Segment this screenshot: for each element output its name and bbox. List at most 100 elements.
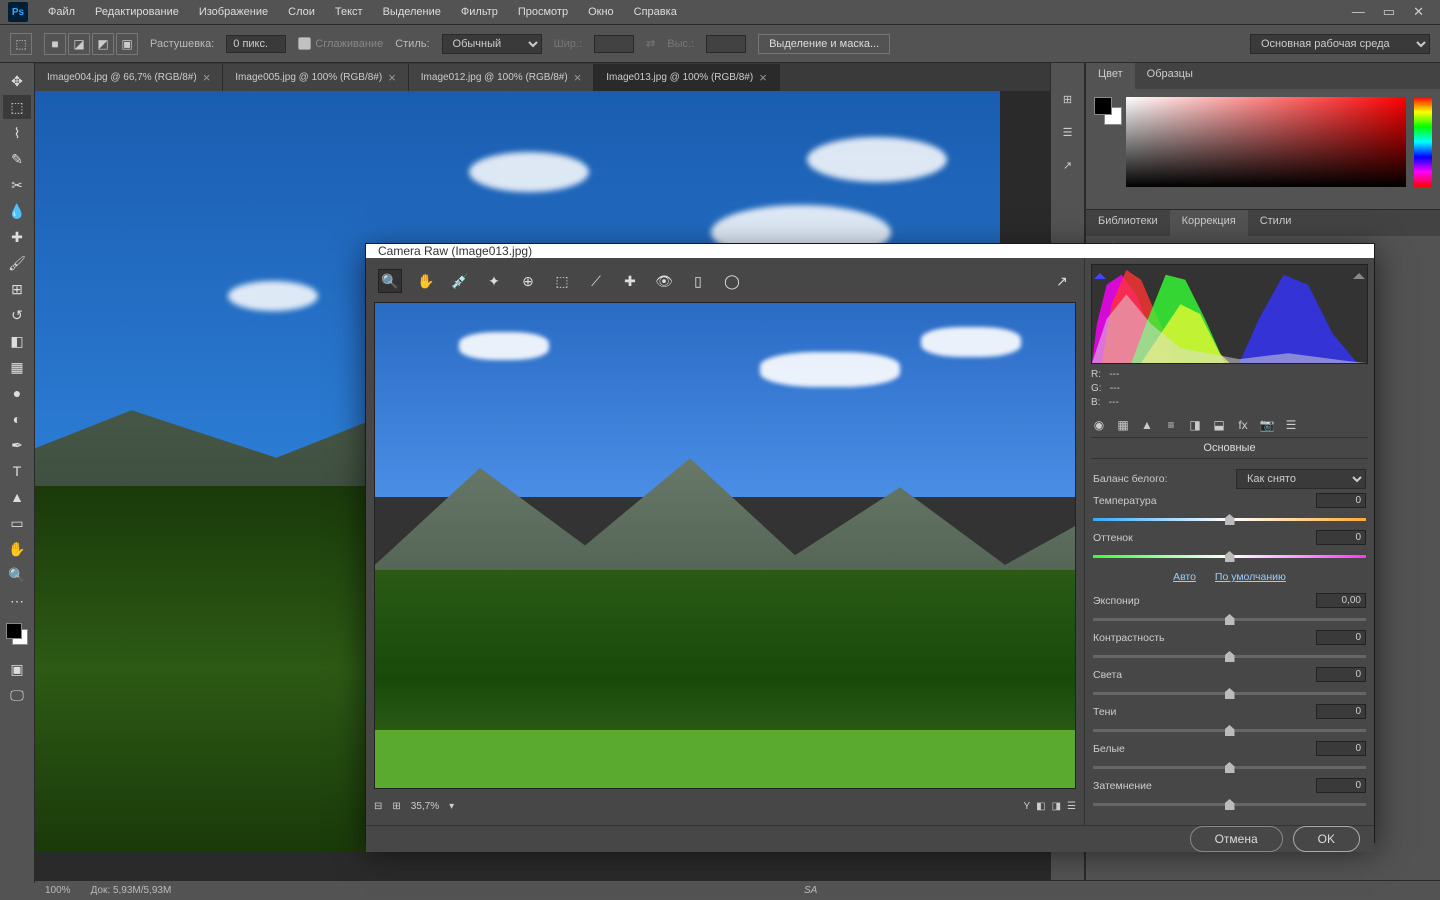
document-tab[interactable]: Image013.jpg @ 100% (RGB/8#)× [594,64,780,91]
cr-hand-tool[interactable]: ✋ [416,271,436,291]
crop-tool[interactable]: ✂ [3,173,31,197]
tab-close-icon[interactable]: × [759,70,767,85]
hue-strip[interactable] [1414,97,1432,187]
fx-tab-icon[interactable]: fx [1235,417,1251,433]
cr-preview[interactable] [374,302,1076,789]
eraser-tool[interactable]: ◧ [3,329,31,353]
cr-zoom-value[interactable]: 35,7% [411,801,439,812]
cr-zoom-tool[interactable]: 🔍 [378,269,402,293]
slider-track[interactable] [1093,686,1366,700]
selection-intersect-icon[interactable]: ▣ [116,33,138,55]
cr-target-adjust-tool[interactable]: ⊕ [518,271,538,291]
slider-track[interactable] [1093,723,1366,737]
cr-straighten-tool[interactable]: ⟋ [586,271,606,291]
slider-value[interactable] [1316,493,1366,508]
panel-icon[interactable]: ↗ [1063,159,1072,172]
basic-tab-icon[interactable]: ◉ [1091,417,1107,433]
menu-window[interactable]: Окно [578,0,624,25]
zoom-tool[interactable]: 🔍 [3,563,31,587]
marquee-tool[interactable]: ⬚ [3,95,31,119]
split-tab-icon[interactable]: ◨ [1187,417,1203,433]
zoom-readout[interactable]: 100% [45,885,71,896]
menu-view[interactable]: Просмотр [508,0,578,25]
shadow-clip-icon[interactable] [1094,267,1106,279]
styles-tab[interactable]: Стили [1248,210,1304,236]
close-icon[interactable]: ✕ [1413,4,1424,20]
menu-image[interactable]: Изображение [189,0,278,25]
dialog-titlebar[interactable]: Camera Raw (Image013.jpg) [366,244,1374,258]
menu-filter[interactable]: Фильтр [451,0,508,25]
color-swatches[interactable] [6,623,28,645]
histogram[interactable] [1091,264,1368,364]
document-tab[interactable]: Image012.jpg @ 100% (RGB/8#)× [409,64,595,91]
document-tab[interactable]: Image005.jpg @ 100% (RGB/8#)× [223,64,409,91]
style-select[interactable]: Обычный [442,34,542,54]
selection-subtract-icon[interactable]: ◩ [92,33,114,55]
cr-radial-tool[interactable]: ◯ [722,271,742,291]
default-link[interactable]: По умолчанию [1215,571,1286,583]
type-tool[interactable]: T [3,459,31,483]
cr-settings-icon[interactable]: ☰ [1067,801,1076,812]
tab-close-icon[interactable]: × [388,70,396,85]
detail-tab-icon[interactable]: ▲ [1139,417,1155,433]
menu-select[interactable]: Выделение [373,0,451,25]
workspace-select[interactable]: Основная рабочая среда [1250,34,1430,54]
more-tools[interactable]: ⋯ [3,589,31,613]
cr-color-sampler-tool[interactable]: ✦ [484,271,504,291]
menu-layers[interactable]: Слои [278,0,325,25]
menu-text[interactable]: Текст [325,0,373,25]
slider-track[interactable] [1093,760,1366,774]
screenmode-icon[interactable]: 🖵 [3,683,31,707]
panel-icon[interactable]: ☰ [1063,126,1073,139]
minimize-icon[interactable]: — [1352,4,1365,20]
cancel-button[interactable]: Отмена [1190,826,1283,852]
hand-tool[interactable]: ✋ [3,537,31,561]
camera-tab-icon[interactable]: 📷 [1259,417,1275,433]
cr-zoom-in-icon[interactable]: ⊞ [392,801,400,812]
color-field[interactable] [1126,97,1406,187]
healing-tool[interactable]: ✚ [3,225,31,249]
gradient-tool[interactable]: ▦ [3,355,31,379]
shape-tool[interactable]: ▭ [3,511,31,535]
slider-value[interactable] [1316,667,1366,682]
cr-preview-icon[interactable]: ◧ [1036,801,1045,812]
cr-before-after-icon[interactable]: Y [1023,801,1030,812]
presets-tab-icon[interactable]: ☰ [1283,417,1299,433]
cr-redeye-tool[interactable]: 👁 [654,271,674,291]
color-tab[interactable]: Цвет [1086,63,1135,89]
adjustments-tab[interactable]: Коррекция [1170,210,1248,236]
menu-file[interactable]: Файл [38,0,85,25]
wb-select[interactable]: Как снято [1236,469,1366,489]
stamp-tool[interactable]: ⊞ [3,277,31,301]
slider-value[interactable] [1316,530,1366,545]
maximize-icon[interactable]: ▭ [1383,4,1395,20]
cr-crop-tool[interactable]: ⬚ [552,271,572,291]
cr-preview-icon[interactable]: ◨ [1052,801,1061,812]
cr-prefs-icon[interactable]: ↗ [1052,271,1072,291]
cr-gradient-tool[interactable]: ▯ [688,271,708,291]
select-and-mask-button[interactable]: Выделение и маска... [758,34,890,54]
lasso-tool[interactable]: ⌇ [3,121,31,145]
history-brush-tool[interactable]: ↺ [3,303,31,327]
panel-icon[interactable]: ⊞ [1063,93,1072,106]
curve-tab-icon[interactable]: ▦ [1115,417,1131,433]
blur-tool[interactable]: ● [3,381,31,405]
slider-value[interactable] [1316,630,1366,645]
hsl-tab-icon[interactable]: ≡ [1163,417,1179,433]
swatches-tab[interactable]: Образцы [1135,63,1205,89]
pen-tool[interactable]: ✒ [3,433,31,457]
path-select-tool[interactable]: ▲ [3,485,31,509]
ok-button[interactable]: OK [1293,826,1360,852]
eyedropper-tool[interactable]: 💧 [3,199,31,223]
chevron-down-icon[interactable]: ▾ [449,801,454,812]
slider-track[interactable] [1093,649,1366,663]
marquee-tool-icon[interactable]: ⬚ [10,33,32,55]
libraries-tab[interactable]: Библиотеки [1086,210,1170,236]
quickmask-icon[interactable]: ▣ [3,657,31,681]
slider-track[interactable] [1093,512,1366,526]
selection-add-icon[interactable]: ◪ [68,33,90,55]
menu-help[interactable]: Справка [624,0,687,25]
brush-tool[interactable]: 🖌 [3,251,31,275]
slider-value[interactable] [1316,778,1366,793]
slider-value[interactable] [1316,593,1366,608]
